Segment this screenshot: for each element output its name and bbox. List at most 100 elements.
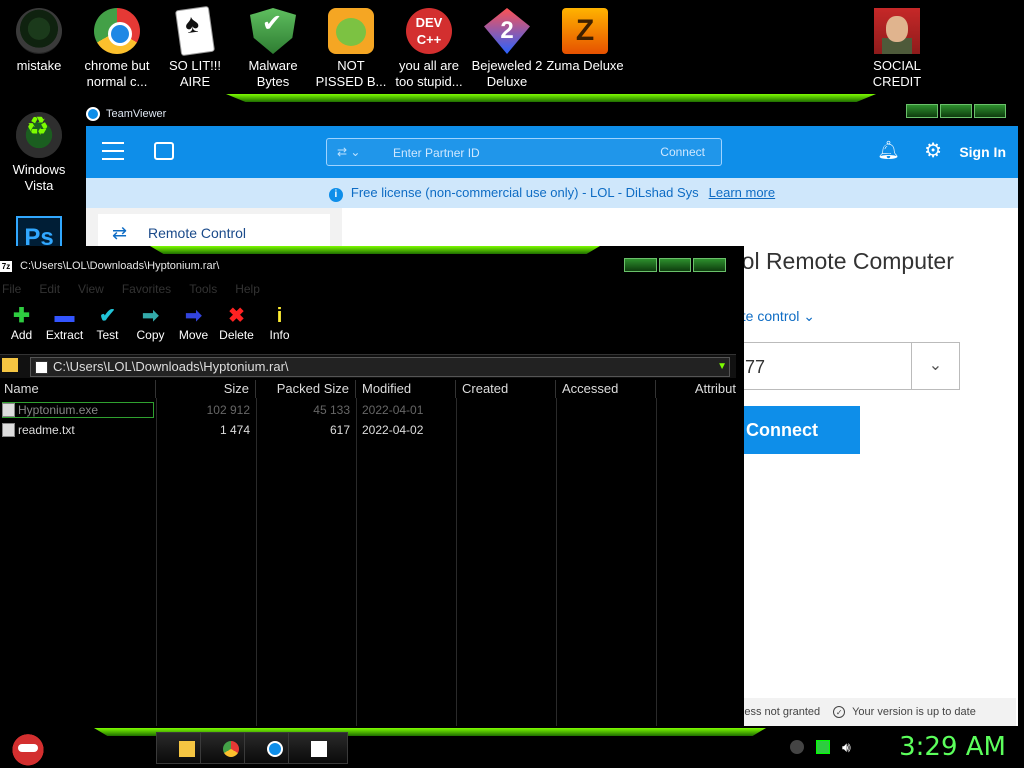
devcpp-icon: DEV C++	[406, 8, 452, 54]
desktop-icon-label: Windows Vista	[12, 162, 66, 193]
chrome-icon	[223, 741, 239, 757]
chevron-down-icon[interactable]: ▼	[717, 358, 727, 376]
mode-dropdown[interactable]: ote control ⌄	[734, 308, 815, 325]
column-header-created[interactable]: Created	[456, 380, 556, 398]
exe-file-icon	[2, 403, 15, 417]
extract-button[interactable]: ▬ Extract	[43, 302, 86, 352]
solitaire-icon	[174, 5, 216, 57]
desktop-icon-malwarebytes[interactable]: Malware Bytes	[234, 8, 312, 90]
copy-button[interactable]: ➡ Copy	[129, 302, 172, 352]
address-input[interactable]: C:\Users\LOL\Downloads\Hyptonium.rar\ ▼	[30, 357, 730, 377]
info-button[interactable]: i Info	[258, 302, 301, 352]
column-divider	[356, 398, 357, 726]
desktop-icon-solitaire[interactable]: SO LIT!!! AIRE	[156, 5, 234, 90]
column-header-size[interactable]: Size	[156, 380, 256, 398]
desktop-icon-social-credit[interactable]: SOCIAL CREDIT	[858, 8, 936, 90]
mistake-icon	[16, 8, 62, 54]
title-bar[interactable]: TeamViewer	[76, 94, 1022, 126]
menu-edit[interactable]: Edit	[39, 282, 60, 298]
start-button-angry-bird-icon[interactable]	[8, 730, 48, 766]
chrome-icon	[94, 8, 140, 54]
connect-small-button[interactable]: Connect	[660, 145, 705, 159]
desktop-icon-zuma[interactable]: Z Zuma Deluxe	[546, 8, 624, 74]
desktop-icon-windows-vista[interactable]: Windows Vista	[0, 112, 78, 194]
maximize-button[interactable]	[940, 104, 972, 118]
file-name: readme.txt	[18, 423, 75, 437]
angry-pig-icon	[328, 8, 374, 54]
minimize-button[interactable]	[906, 104, 938, 118]
close-button[interactable]	[693, 258, 727, 272]
menu-view[interactable]: View	[78, 282, 104, 298]
chevron-down-icon[interactable]: ⌄	[911, 343, 959, 389]
desktop-icon-bejeweled[interactable]: 2 Bejeweled 2 Deluxe	[468, 8, 546, 90]
desktop-icon-label: you all are too stupid...	[395, 58, 463, 89]
sidebar-item-label: Remote Control	[148, 225, 247, 241]
close-button[interactable]	[974, 104, 1006, 118]
table-row[interactable]: Hyptonium.exe 102 912 45 133 2022-04-01	[0, 400, 736, 420]
partner-id-box: ⇄ ⌄ Connect	[326, 138, 722, 166]
desktop-icon-devcpp[interactable]: DEV C++ you all are too stupid...	[390, 8, 468, 90]
column-header-modified[interactable]: Modified	[356, 380, 456, 398]
table-row[interactable]: readme.txt 1 474 617 2022-04-02	[0, 420, 736, 440]
file-packed-size: 617	[329, 423, 350, 437]
bell-icon[interactable]: 🔔︎	[877, 140, 900, 161]
desktop-icon-angry-pig[interactable]: NOT PISSED B...	[312, 8, 390, 90]
hamburger-menu-icon[interactable]	[102, 142, 124, 160]
chat-icon[interactable]	[154, 142, 174, 160]
desktop-icon-label: SO LIT!!! AIRE	[168, 58, 221, 89]
add-icon: ✚	[13, 305, 30, 327]
volume-icon[interactable]: 🔊︎	[842, 740, 856, 754]
desktop-icon-mistake[interactable]: mistake	[0, 8, 78, 74]
bejeweled-icon: 2	[484, 8, 530, 54]
file-name: Hyptonium.exe	[18, 403, 99, 417]
window-title[interactable]: 7z C:\Users\LOL\Downloads\Hyptonium.rar\	[0, 260, 219, 272]
window-title-text: C:\Users\LOL\Downloads\Hyptonium.rar\	[20, 260, 220, 272]
column-header-attributes[interactable]: Attribut	[656, 380, 736, 398]
swap-arrows-icon[interactable]: ⇄ ⌄	[337, 145, 360, 159]
move-button[interactable]: ➡ Move	[172, 302, 215, 352]
explorer-icon	[179, 741, 195, 757]
menu-tools[interactable]: Tools	[189, 282, 217, 298]
file-size: 1 474	[219, 423, 250, 437]
desktop-icon-label: Bejeweled 2 Deluxe	[471, 58, 543, 89]
column-header-name[interactable]: Name	[0, 380, 156, 398]
network-icon[interactable]	[816, 740, 830, 754]
desktop-icon-label: chrome but normal c...	[84, 58, 150, 89]
test-button[interactable]: ✔ Test	[86, 302, 129, 352]
toolbar: ✚ Add ▬ Extract ✔ Test ➡ Copy ➡ Move ✖ Delete …	[0, 302, 736, 352]
partner-id-input[interactable]	[393, 143, 643, 163]
sign-in-button[interactable]: Sign In	[959, 144, 1006, 160]
window-title-text: TeamViewer	[106, 108, 167, 120]
desktop-icon-label: Malware Bytes	[248, 58, 298, 89]
version-status: Your version is up to date	[852, 706, 976, 718]
delete-button[interactable]: ✖ Delete	[215, 302, 258, 352]
toolbar-label: Test	[96, 328, 119, 342]
column-divider	[656, 398, 657, 726]
add-button[interactable]: ✚ Add	[0, 302, 43, 352]
delete-icon: ✖	[228, 305, 245, 327]
menu-file[interactable]: File	[2, 282, 21, 298]
menu-favorites[interactable]: Favorites	[122, 282, 171, 298]
clock[interactable]: 3:29 AM	[899, 732, 1006, 762]
gear-icon[interactable]: ⚙	[924, 138, 942, 163]
desktop-icon-chrome[interactable]: chrome but normal c...	[78, 8, 156, 90]
learn-more-link[interactable]: Learn more	[709, 185, 775, 200]
title-bar-glow	[150, 246, 600, 254]
column-header-accessed[interactable]: Accessed	[556, 380, 656, 398]
column-divider	[556, 398, 557, 726]
tray-arrow-icon[interactable]	[790, 740, 804, 754]
desktop-icon-label: SOCIAL CREDIT	[872, 58, 922, 89]
column-headers: Name Size Packed Size Modified Created A…	[0, 380, 736, 398]
connect-button[interactable]: Connect	[734, 406, 860, 454]
folder-up-icon[interactable]	[2, 358, 18, 372]
info-icon: i	[328, 188, 343, 202]
column-header-packed-size[interactable]: Packed Size	[256, 380, 356, 398]
title-bar-glow	[226, 94, 876, 102]
menu-help[interactable]: Help	[235, 282, 260, 298]
maximize-button[interactable]	[658, 258, 692, 272]
minimize-button[interactable]	[624, 258, 657, 272]
partner-id-value: 77	[745, 357, 766, 377]
taskbar-7zip-button[interactable]	[288, 732, 348, 764]
partner-id-field[interactable]: 77 ⌄	[734, 342, 960, 390]
extract-icon: ▬	[54, 305, 75, 327]
